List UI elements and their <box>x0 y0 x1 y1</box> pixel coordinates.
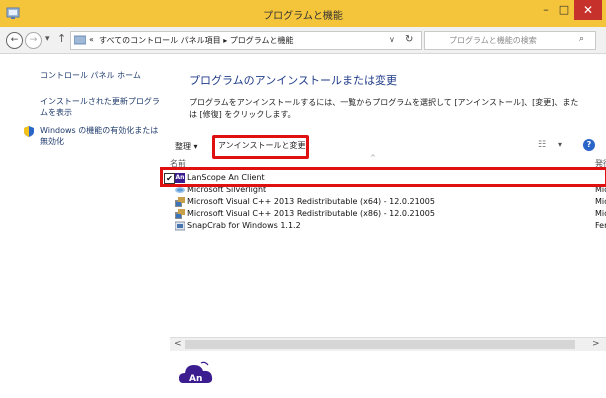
program-publisher: Mic <box>595 197 606 206</box>
sidebar: コントロール パネル ホーム インストールされた更新プログラムを表示 Windo… <box>0 54 163 398</box>
window-title: プログラムと機能 <box>263 11 343 22</box>
sidebar-link-home[interactable]: コントロール パネル ホーム <box>40 70 150 81</box>
forward-button[interactable]: → <box>25 32 42 49</box>
installer-icon <box>175 197 185 207</box>
control-panel-small-icon <box>74 35 86 45</box>
lanscope-logo: An <box>179 361 213 384</box>
sort-ascending-icon: ^ <box>370 154 376 162</box>
path-prefix[interactable]: « <box>89 35 94 44</box>
details-pane: An <box>163 351 606 398</box>
address-dropdown-icon[interactable]: ∨ <box>389 35 395 44</box>
scroll-right-arrow[interactable]: > <box>592 339 600 349</box>
scroll-left-arrow[interactable]: < <box>174 339 182 349</box>
view-options-icon[interactable]: ☷ <box>538 140 546 150</box>
organize-button[interactable]: 整理 ▾ <box>175 141 198 152</box>
program-row[interactable]: SnapCrab for Windows 1.1.2 Fen <box>170 220 606 232</box>
back-button[interactable]: ← <box>6 32 23 49</box>
program-name: Microsoft Visual C++ 2013 Redistributabl… <box>187 197 435 206</box>
scroll-thumb[interactable] <box>185 340 575 349</box>
toolbar: 整理 ▾ アンインストールと変更 ☷ ▾ ? <box>163 134 606 159</box>
program-name: SnapCrab for Windows 1.1.2 <box>187 221 301 230</box>
program-publisher: Mic <box>595 209 606 218</box>
installer-icon <box>175 209 185 219</box>
refresh-icon[interactable]: ↻ <box>405 34 413 45</box>
help-icon[interactable]: ? <box>583 139 595 151</box>
history-dropdown-icon[interactable]: ▾ <box>45 34 50 44</box>
program-row[interactable]: Microsoft Visual C++ 2013 Redistributabl… <box>170 208 606 220</box>
search-icon[interactable]: ⌕ <box>579 34 584 44</box>
search-input[interactable]: プログラムと機能の検索 ⌕ <box>424 31 596 50</box>
address-box[interactable]: « すべてのコントロール パネル項目 ▸ プログラムと機能 ∨ ↻ <box>70 31 422 50</box>
breadcrumb[interactable]: すべてのコントロール パネル項目 ▸ プログラムと機能 <box>99 35 294 46</box>
page-title: プログラムのアンインストールまたは変更 <box>189 74 398 87</box>
highlight-selected-row <box>160 167 606 187</box>
shield-icon <box>24 126 34 137</box>
horizontal-scrollbar[interactable]: < > <box>170 337 606 351</box>
address-bar: ← → ▾ ↑ « すべてのコントロール パネル項目 ▸ プログラムと機能 ∨ … <box>0 27 606 54</box>
sidebar-link-installed-updates[interactable]: インストールされた更新プログラムを表示 <box>40 96 160 118</box>
snapcrab-icon <box>175 221 185 231</box>
up-button[interactable]: ↑ <box>57 32 66 45</box>
search-placeholder: プログラムと機能の検索 <box>449 36 537 45</box>
logo-text: An <box>189 374 202 384</box>
program-publisher: Fen <box>595 221 606 230</box>
title-bar: プログラムと機能 – □ ✕ <box>0 0 606 27</box>
view-dropdown-icon[interactable]: ▾ <box>558 140 562 149</box>
close-button[interactable]: ✕ <box>574 0 602 20</box>
page-description: プログラムをアンインストールするには、一覧からプログラムを選択して [アンインス… <box>189 98 579 119</box>
sidebar-link-windows-features[interactable]: Windows の機能の有効化または無効化 <box>40 125 160 147</box>
program-name: Microsoft Visual C++ 2013 Redistributabl… <box>187 209 435 218</box>
program-row[interactable]: Microsoft Visual C++ 2013 Redistributabl… <box>170 196 606 208</box>
maximize-button[interactable]: □ <box>552 0 576 20</box>
